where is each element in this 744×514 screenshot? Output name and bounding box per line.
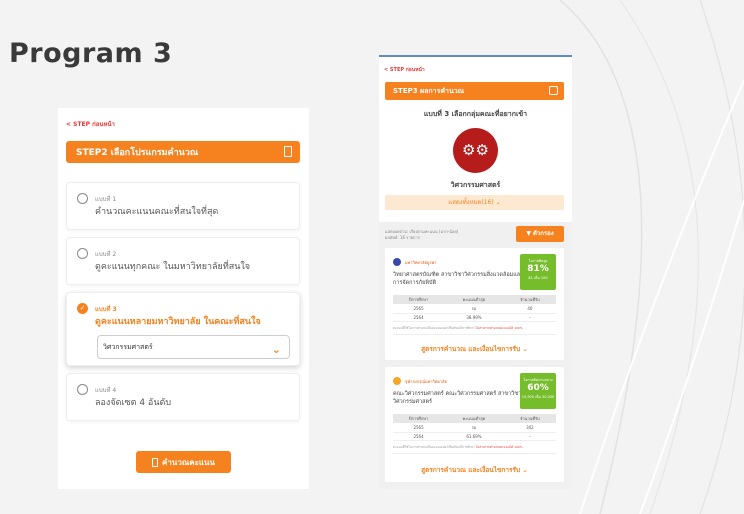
divider [393, 334, 556, 335]
program-name: วิทยาศาสตรบัณฑิต สาขาวิชาวิศวกรรมสิ่งแวด… [393, 272, 524, 286]
step3-header: STEP3 ผลการคำนวณ [385, 82, 564, 100]
calculator-icon [152, 457, 159, 467]
option-number: แบบที่ 2 [95, 251, 117, 258]
filter-button[interactable]: ▼ ตัวกรอง [516, 226, 564, 242]
score-note: คะแนนที่ใช้ในการคำนวณเป็นคะแนนเปอร์เซ็นต… [393, 326, 523, 331]
show-all-button[interactable]: แสดงทั้งหมด(16) ⌄ [385, 195, 564, 210]
table-cell: 61.69% [444, 432, 504, 441]
university-logo [393, 377, 401, 385]
table-header: จำนวนที่รับ [503, 295, 556, 304]
table-cell: - [503, 313, 556, 322]
table-row: 2565 รอ 302 [393, 423, 556, 433]
faculty-select-value: วิศวกรรมศาสตร์ [103, 343, 153, 351]
table-header: คะแนนต่ำสุด [444, 414, 504, 423]
table-cell: 2564 [393, 432, 445, 441]
result-subtitle: แบบที่ 3 เลือกกลุ่มคณะที่อยากเข้า [423, 110, 528, 118]
result-card: มหาวิทยาลัยบูรพา วิทยาศาสตรบัณฑิต สาขาวิ… [385, 248, 564, 360]
table-header: ปีการศึกษา [393, 414, 445, 423]
formula-toggle[interactable]: สูตรการคำนวณ และเงื่อนไขการรับ ⌄ [385, 344, 564, 354]
option-label: ดูคะแนนหลายมหาวิทยาลัย ในคณะที่สนใจ [95, 317, 261, 327]
divider [393, 453, 556, 454]
calculate-button-label: คำนวณคะแนน [162, 457, 215, 467]
table-cell: 2564 [393, 313, 445, 322]
table-cell: 2565 [393, 304, 445, 314]
radio-button[interactable] [77, 248, 88, 259]
back-link[interactable]: < STEP ก่อนหน้า [66, 119, 115, 129]
gears-icon: ⚙⚙ [453, 128, 498, 173]
calculator-icon [284, 146, 292, 157]
note-text: คะแนนที่ใช้ในการคำนวณเป็นคะแนนเปอร์เซ็นต… [393, 445, 475, 449]
table-cell: 38.99% [444, 313, 504, 322]
table-row: 2564 38.99% - [393, 313, 556, 322]
university-logo [393, 258, 401, 266]
option-2[interactable]: แบบที่ 2 ดูคะแนนทุกคณะ ในมหาวิทยาลัยที่ส… [66, 237, 300, 285]
score-table: ปีการศึกษา คะแนนต่ำสุด จำนวนที่รับ 2565 … [393, 295, 556, 322]
table-header: คะแนนต่ำสุด [444, 295, 504, 304]
option-4[interactable]: แบบที่ 4 ลองจัดเซต 4 อันดับ [66, 373, 300, 421]
note-text: คะแนนที่ใช้ในการคำนวณเป็นคะแนนเปอร์เซ็นต… [393, 326, 475, 330]
result-count: ผลลัพธ์: 16 รายการ [385, 235, 420, 240]
table-header: จำนวนที่รับ [503, 414, 556, 423]
faculty-name: วิศวกรรมศาสตร์ [450, 181, 501, 189]
option-label: ลองจัดเซต 4 อันดับ [95, 398, 172, 408]
faculty-select[interactable]: วิศวกรรมศาสตร์ ⌄ [97, 335, 290, 359]
option-number: แบบที่ 3 [95, 306, 117, 313]
chance-badge: โอกาสติดปานกลาง 60% 19,900 เต็ม 30,000 [520, 373, 556, 409]
slide-title: Program 3 [9, 38, 173, 69]
note-warning: ไม่สามารถคำนวณคะแนนได้ 100% [475, 326, 523, 330]
chevron-down-icon: ⌄ [271, 343, 281, 356]
university-name: จุฬาลงกรณ์มหาวิทยาลัย [405, 379, 447, 384]
step3-title: STEP3 ผลการคำนวณ [393, 87, 465, 95]
note-warning: ไม่สามารถคำนวณคะแนนได้ 100% [475, 445, 523, 449]
print-icon[interactable] [549, 86, 558, 95]
university-name: มหาวิทยาลัยบูรพา [405, 260, 437, 265]
radio-checked-icon[interactable]: ✓ [77, 303, 88, 314]
chance-percent: 60% [527, 383, 549, 393]
score-table: ปีการศึกษา คะแนนต่ำสุด จำนวนที่รับ 2565 … [393, 414, 556, 441]
chance-score: 19,900 เต็ม 30,000 [521, 395, 555, 399]
table-cell: 302 [503, 423, 556, 433]
table-cell: รอ [444, 304, 504, 314]
chance-badge: โอกาสติดสูง 81% 81 เต็ม 100 [520, 254, 556, 290]
radio-button[interactable] [77, 193, 88, 204]
table-cell: - [503, 432, 556, 441]
back-link[interactable]: < STEP ก่อนหน้า [384, 66, 425, 74]
chance-percent: 81% [527, 264, 549, 274]
step3-panel: < STEP ก่อนหน้า STEP3 ผลการคำนวณ แบบที่ … [379, 55, 572, 489]
table-cell: 40 [503, 304, 556, 314]
table-row: 2565 รอ 40 [393, 304, 556, 314]
step2-header: STEP2 เลือกโปรแกรมคำนวณ [66, 141, 300, 163]
result-card: จุฬาลงกรณ์มหาวิทยาลัย คณะวิศวกรรมศาสตร์ … [385, 367, 564, 482]
step2-title: STEP2 เลือกโปรแกรมคำนวณ [76, 148, 199, 158]
option-label: คำนวณคะแนนคณะที่สนใจที่สุด [95, 207, 219, 217]
option-1[interactable]: แบบที่ 1 คำนวณคะแนนคณะที่สนใจที่สุด [66, 182, 300, 230]
table-row: 2564 61.69% - [393, 432, 556, 441]
step2-panel: < STEP ก่อนหน้า STEP2 เลือกโปรแกรมคำนวณ … [58, 108, 309, 489]
table-cell: 2565 [393, 423, 445, 433]
table-cell: รอ [444, 423, 504, 433]
option-number: แบบที่ 4 [95, 387, 117, 394]
program-name: คณะวิศวกรรมศาสตร์ คณะวิศวกรรมศาสตร์ สาขา… [393, 391, 522, 405]
option-3[interactable]: ✓ แบบที่ 3 ดูคะแนนหลายมหาวิทยาลัย ในคณะท… [66, 292, 300, 366]
radio-button[interactable] [77, 384, 88, 395]
option-label: ดูคะแนนทุกคณะ ในมหาวิทยาลัยที่สนใจ [95, 262, 251, 272]
score-note: คะแนนที่ใช้ในการคำนวณเป็นคะแนนเปอร์เซ็นต… [393, 445, 523, 450]
filter-info: แสดงผลตาม: เรียงตามคะแนน (มาก-น้อย) ผลลั… [385, 229, 458, 241]
formula-toggle[interactable]: สูตรการคำนวณ และเงื่อนไขการรับ ⌄ [385, 465, 564, 475]
calculate-button[interactable]: คำนวณคะแนน [136, 451, 231, 473]
table-header: ปีการศึกษา [393, 295, 445, 304]
chance-score: 81 เต็ม 100 [528, 276, 548, 280]
result-summary: < STEP ก่อนหน้า STEP3 ผลการคำนวณ แบบที่ … [379, 57, 572, 222]
option-number: แบบที่ 1 [95, 196, 117, 203]
